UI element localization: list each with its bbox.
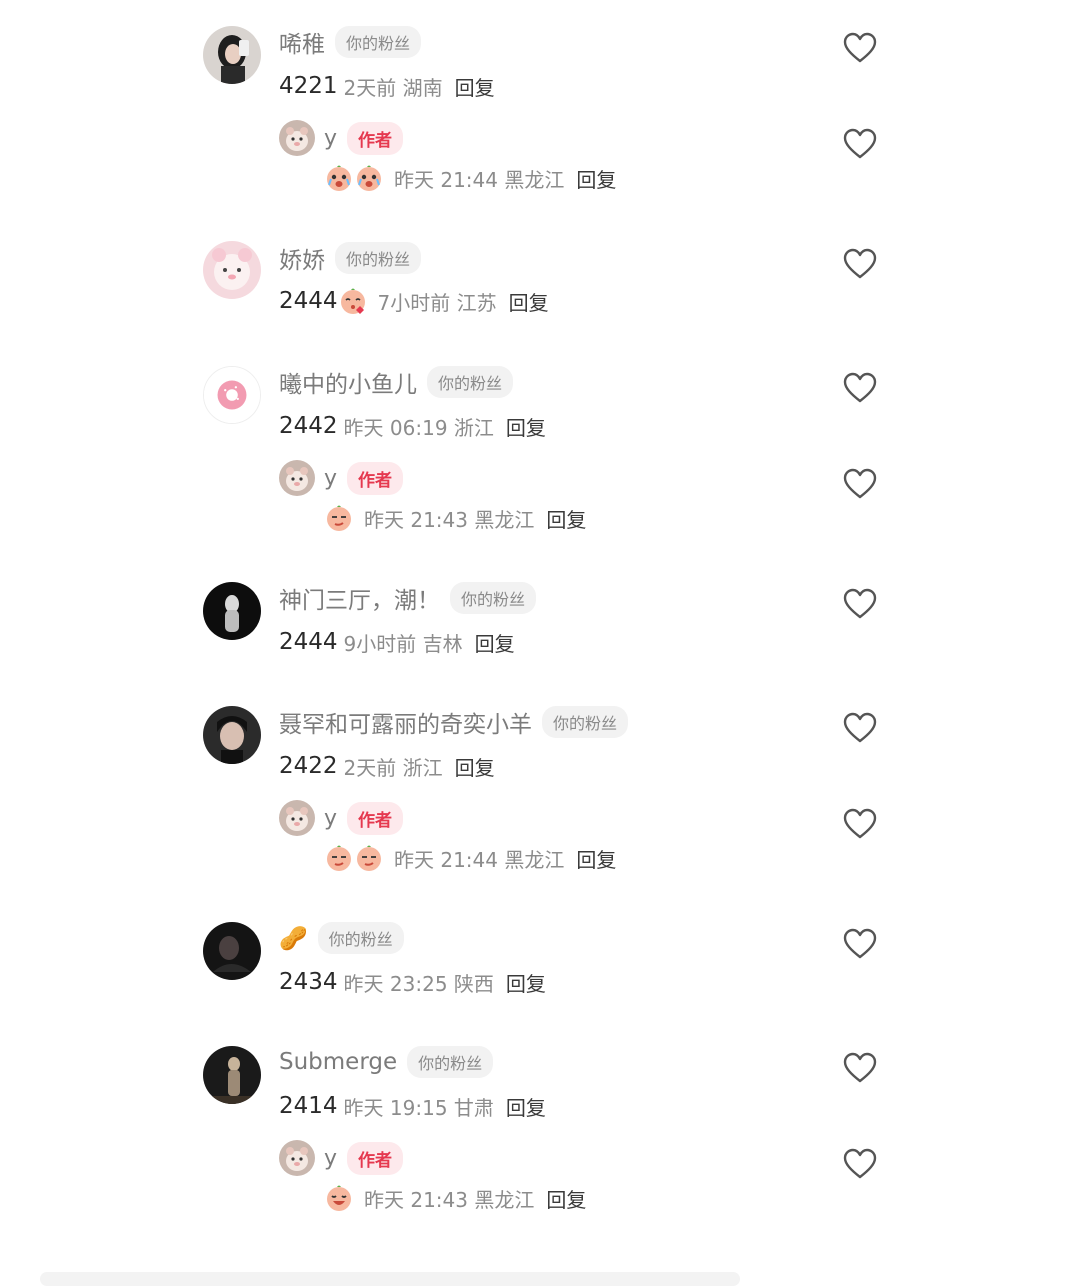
reply-button[interactable]: 回复	[455, 72, 495, 101]
like-heart-icon[interactable]	[843, 372, 877, 404]
reply-emojis	[324, 163, 384, 193]
reply-button[interactable]: 回复	[455, 752, 495, 781]
comment-time-location: 昨天 23:25 陕西	[343, 971, 494, 996]
commenter-name[interactable]: 🥜	[279, 925, 308, 952]
commenter-name[interactable]: 聂罕和可露丽的奇奕小羊	[279, 705, 532, 739]
fan-badge: 你的粉丝	[335, 26, 422, 58]
comment-time-location: 昨天 06:19 浙江	[343, 415, 494, 440]
like-heart-icon[interactable]	[843, 1148, 877, 1180]
author-avatar[interactable]	[279, 1140, 315, 1176]
author-badge: 作者	[347, 461, 404, 495]
reply-button[interactable]: 回复	[576, 844, 616, 873]
reply-button[interactable]: 回复	[506, 968, 546, 997]
reply-button[interactable]: 回复	[475, 628, 515, 657]
comment-time-location: 7小时前 江苏	[377, 290, 497, 315]
reply-button[interactable]: 回复	[506, 1092, 546, 1121]
crying-peach-icon	[354, 163, 384, 193]
laughing-peach-icon	[324, 1183, 354, 1213]
crying-peach-icon	[324, 163, 354, 193]
comment-time-location: 9小时前 吉林	[343, 631, 463, 656]
reply-time-location: 昨天 21:44 黑龙江	[394, 167, 565, 192]
reply-emojis	[324, 843, 384, 873]
like-heart-icon[interactable]	[843, 588, 877, 620]
comment-time-location: 2天前 浙江	[343, 755, 443, 780]
fan-badge: 你的粉丝	[427, 366, 514, 398]
author-avatar[interactable]	[279, 120, 315, 156]
fan-badge: 你的粉丝	[450, 582, 537, 614]
reply-button[interactable]: 回复	[506, 412, 546, 441]
like-heart-icon[interactable]	[843, 248, 877, 280]
author-avatar[interactable]	[279, 800, 315, 836]
fan-badge: 你的粉丝	[407, 1046, 494, 1078]
author-name[interactable]: y	[324, 1146, 337, 1171]
reply-emojis	[324, 503, 354, 533]
comment-list: 唏稚 你的粉丝 4221 2天前 湖南 回复 y 作者 昨天 21:44 黑龙江…	[0, 0, 1080, 1286]
comment-text: 2434	[279, 969, 338, 995]
bottom-input-bar[interactable]	[40, 1272, 740, 1286]
like-heart-icon[interactable]	[843, 808, 877, 840]
author-badge: 作者	[347, 1141, 404, 1175]
smirk-peach-icon	[324, 843, 354, 873]
comment-time-location: 2天前 湖南	[343, 75, 443, 100]
like-heart-icon[interactable]	[843, 712, 877, 744]
comment-text: 2442	[279, 413, 338, 439]
reply-emojis	[324, 1183, 354, 1213]
comment-text: 2444	[279, 629, 338, 655]
smirk-peach-icon	[354, 843, 384, 873]
avatar[interactable]	[203, 1046, 261, 1104]
comment-text: 2414	[279, 1093, 338, 1119]
author-name[interactable]: y	[324, 126, 337, 151]
like-heart-icon[interactable]	[843, 468, 877, 500]
reply-button[interactable]: 回复	[576, 164, 616, 193]
author-badge: 作者	[347, 121, 404, 155]
like-heart-icon[interactable]	[843, 128, 877, 160]
commenter-name[interactable]: Submerge	[279, 1049, 397, 1075]
author-name[interactable]: y	[324, 806, 337, 831]
reply-button[interactable]: 回复	[509, 287, 549, 316]
avatar[interactable]	[203, 582, 261, 640]
comment-text: 4221	[279, 73, 338, 99]
commenter-name[interactable]: 娇娇	[279, 241, 325, 275]
avatar[interactable]	[203, 922, 261, 980]
like-heart-icon[interactable]	[843, 928, 877, 960]
smirk-peach-icon	[324, 503, 354, 533]
comment-time-location: 昨天 19:15 甘肃	[343, 1095, 494, 1120]
kissing-peach-icon	[338, 286, 368, 316]
like-heart-icon[interactable]	[843, 32, 877, 64]
author-badge: 作者	[347, 801, 404, 835]
fan-badge: 你的粉丝	[542, 706, 629, 738]
comment-text: 2422	[279, 753, 338, 779]
fan-badge: 你的粉丝	[317, 922, 404, 954]
reply-time-location: 昨天 21:43 黑龙江	[364, 507, 535, 532]
reply-button[interactable]: 回复	[546, 504, 586, 533]
commenter-name[interactable]: 曦中的小鱼儿	[279, 365, 417, 399]
author-avatar[interactable]	[279, 460, 315, 496]
avatar[interactable]	[203, 366, 261, 424]
reply-time-location: 昨天 21:43 黑龙江	[364, 1187, 535, 1212]
commenter-name[interactable]: 唏稚	[279, 25, 325, 59]
fan-badge: 你的粉丝	[335, 242, 422, 274]
avatar[interactable]	[203, 26, 261, 84]
comment-text: 2444	[279, 288, 338, 314]
avatar[interactable]	[203, 241, 261, 299]
author-name[interactable]: y	[324, 466, 337, 491]
commenter-name[interactable]: 神门三厅，潮！	[279, 581, 440, 615]
avatar[interactable]	[203, 706, 261, 764]
like-heart-icon[interactable]	[843, 1052, 877, 1084]
comment-emoji	[338, 286, 368, 316]
reply-button[interactable]: 回复	[546, 1184, 586, 1213]
reply-time-location: 昨天 21:44 黑龙江	[394, 847, 565, 872]
